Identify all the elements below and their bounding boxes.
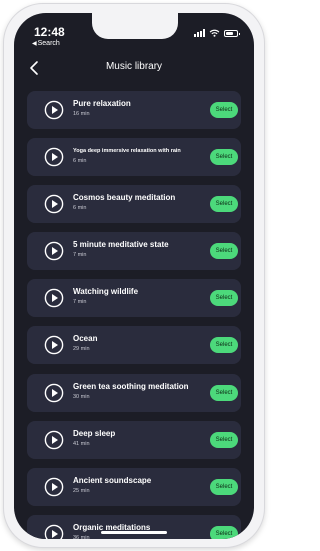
wifi-icon	[209, 29, 220, 37]
track-card[interactable]: Green tea soothing meditation 30 min Selec…	[27, 374, 241, 412]
track-card[interactable]: Watching wildlife 7 min Select	[27, 279, 241, 317]
status-icons	[194, 27, 240, 37]
play-circle-icon[interactable]	[44, 100, 64, 120]
track-duration: 41 min	[73, 441, 90, 447]
home-indicator	[101, 531, 167, 534]
track-duration: 7 min	[73, 252, 87, 258]
track-title: Cosmos beauty meditation	[73, 193, 176, 202]
select-button[interactable]: Select	[210, 290, 238, 306]
track-duration: 16 min	[73, 111, 90, 117]
track-title: Ancient soundscape	[73, 476, 152, 485]
track-duration: 29 min	[73, 346, 90, 352]
track-card[interactable]: Ancient soundscape 25 min Select	[27, 468, 241, 506]
track-title: Deep sleep	[73, 429, 116, 438]
track-title: Ocean	[73, 334, 98, 343]
phone-frame: 12:48 ◀Search Music library Pure relaxat…	[3, 3, 265, 548]
track-duration: 30 min	[73, 394, 90, 400]
play-circle-icon[interactable]	[44, 335, 64, 355]
signal-icon	[194, 29, 205, 37]
track-title: 5 minute meditative state	[73, 240, 169, 249]
select-button[interactable]: Select	[210, 337, 238, 353]
select-button[interactable]: Select	[210, 479, 238, 495]
track-title: Green tea soothing meditation	[73, 382, 189, 391]
track-duration: 36 min	[73, 535, 90, 539]
play-circle-icon[interactable]	[44, 288, 64, 308]
track-duration: 6 min	[73, 205, 87, 211]
play-circle-icon[interactable]	[44, 524, 64, 539]
select-button[interactable]: Select	[210, 385, 238, 401]
track-duration: 25 min	[73, 488, 90, 494]
track-title: Pure relaxation	[73, 99, 131, 108]
back-triangle-icon: ◀	[32, 41, 37, 47]
select-button[interactable]: Select	[210, 196, 238, 212]
play-circle-icon[interactable]	[44, 430, 64, 450]
select-button[interactable]: Select	[210, 149, 238, 165]
select-button[interactable]: Select	[210, 432, 238, 448]
back-to-app-label: Search	[37, 40, 60, 47]
track-card[interactable]: Deep sleep 41 min Select	[27, 421, 241, 459]
track-card[interactable]: 5 minute meditative state 7 min Select	[27, 232, 241, 270]
track-card[interactable]: Organic meditations 36 min Select	[27, 515, 241, 539]
track-card[interactable]: Yoga deep immersive relaxation with rain…	[27, 138, 241, 176]
track-card[interactable]: Cosmos beauty meditation 6 min Select	[27, 185, 241, 223]
track-card[interactable]: Pure relaxation 16 min Select	[27, 91, 241, 129]
track-duration: 6 min	[73, 158, 87, 164]
select-button[interactable]: Select	[210, 243, 238, 259]
track-title: Watching wildlife	[73, 287, 139, 296]
app-screen: 12:48 ◀Search Music library Pure relaxat…	[14, 13, 254, 539]
page-title: Music library	[105, 61, 163, 72]
battery-icon	[224, 30, 240, 37]
play-circle-icon[interactable]	[44, 383, 64, 403]
track-duration: 7 min	[73, 299, 87, 305]
play-circle-icon[interactable]	[44, 147, 64, 167]
play-circle-icon[interactable]	[44, 241, 64, 261]
track-title: Yoga deep immersive relaxation with rain	[73, 148, 181, 154]
status-time: 12:48	[34, 25, 65, 39]
play-circle-icon[interactable]	[44, 194, 64, 214]
play-circle-icon[interactable]	[44, 477, 64, 497]
nav-bar: Music library	[14, 57, 254, 79]
select-button[interactable]: Select	[210, 526, 238, 539]
notch	[92, 13, 178, 39]
back-to-app-link[interactable]: ◀Search	[32, 40, 60, 47]
track-card[interactable]: Ocean 29 min Select	[27, 326, 241, 364]
select-button[interactable]: Select	[210, 102, 238, 118]
